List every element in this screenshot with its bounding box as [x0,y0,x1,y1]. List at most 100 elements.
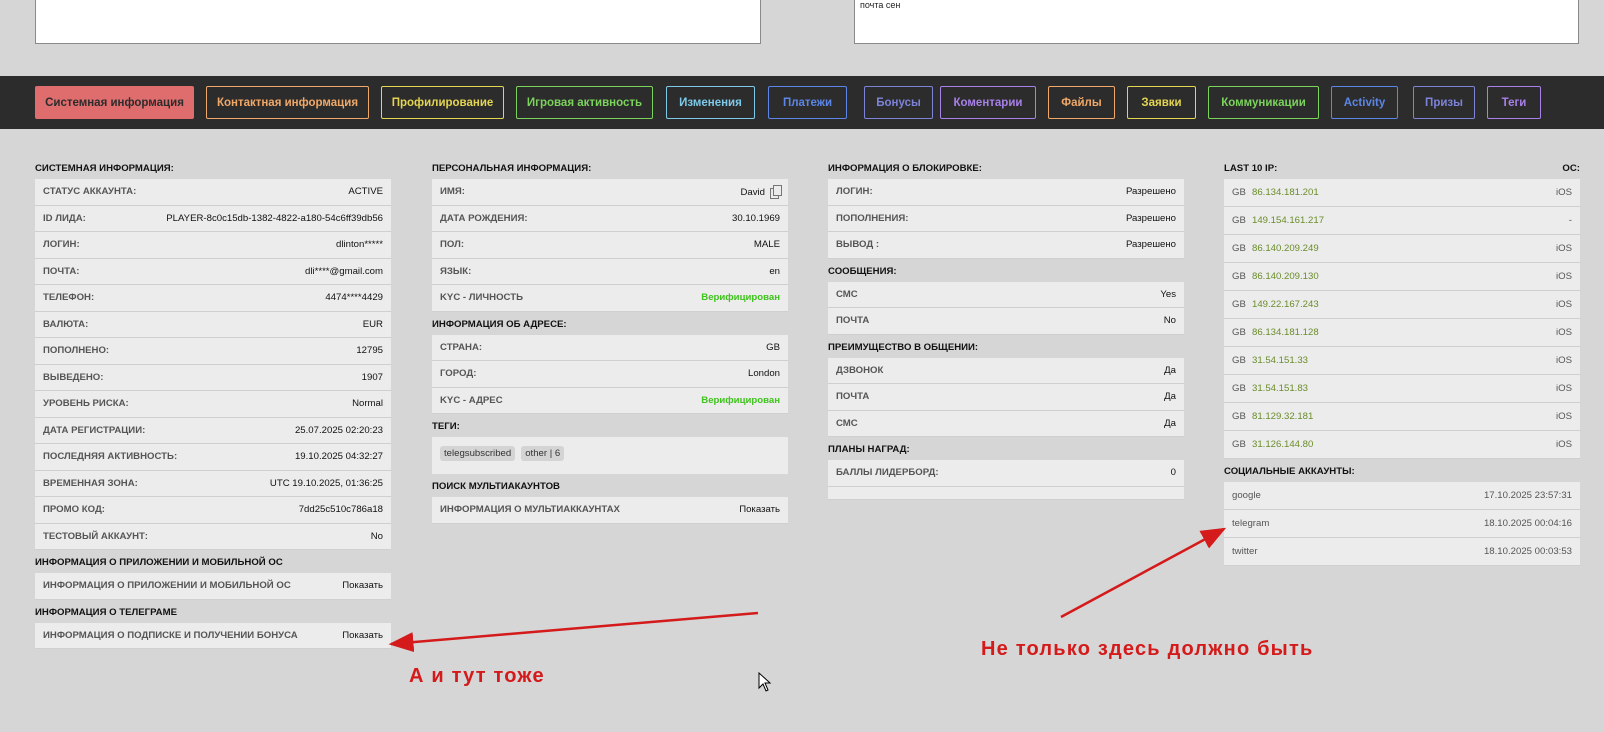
os-label: iOS [1556,383,1572,394]
row-value: Верифицирован [701,394,780,406]
arrow-to-social [1060,527,1227,619]
section-title-preference: ПРЕИМУЩЕСТВО В ОБЩЕНИИ: [828,341,979,353]
tab-4[interactable]: Игровая активность [516,86,653,119]
show-telegram-info-button[interactable]: Показать [342,630,383,641]
country-code: GB [1232,383,1246,394]
info-row: KYC - АДРЕС Верифицирован [432,387,788,414]
row-value-wrap: No [371,531,383,542]
tab-6[interactable]: Платежи [768,86,847,119]
os-label: - [1568,215,1572,226]
tab-12[interactable]: Activity [1331,86,1398,119]
info-row: СМС Yes [828,281,1184,308]
row-value: 25.07.2025 02:20:23 [294,424,383,436]
row-value-wrap: Верифицирован [701,292,780,303]
annotation-text-left: А и тут тоже [409,665,545,687]
tab-13[interactable]: Призы [1413,86,1475,119]
tab-5[interactable]: Изменения [666,86,755,119]
top-left-textarea[interactable] [35,0,761,44]
row-label: ID ЛИДА: [43,212,86,224]
os-label: iOS [1556,187,1572,198]
row-value-wrap: London [748,368,780,379]
row-value: 30.10.1969 [731,212,780,224]
ip-address: 81.129.32.181 [1252,411,1314,422]
block-info-column: ИНФОРМАЦИЯ О БЛОКИРОВКЕ: ЛОГИН: Разрешено… [828,160,1184,500]
tag-chip[interactable]: telegsubscribed [440,446,516,461]
tab-10[interactable]: Заявки [1127,86,1196,119]
rewards-list: БАЛЛЫ ЛИДЕРБОРД: 0 [828,460,1184,487]
copy-icon[interactable] [770,185,782,200]
row-label: ДАТА РЕГИСТРАЦИИ: [43,424,146,436]
row-label: ИМЯ: [440,186,465,198]
info-row: СТРАНА: GB [432,334,788,361]
address-info-list: СТРАНА: GB ГОРОД: London KYC - АДРЕС Верифици… [432,334,788,414]
row-label: ЛОГИН: [836,186,873,198]
row-value: Верифицирован [701,292,780,304]
tab-2[interactable]: Контактная информация [206,86,369,119]
row-label: ТЕСТОВЫЙ АККАУНТ: [43,530,148,542]
ip-address: 31.126.144.80 [1252,439,1314,450]
os-label: iOS [1556,439,1572,450]
social-row: telegram 18.10.2025 00:04:16 [1224,510,1580,538]
row-value: Разрешено [1125,239,1176,251]
row-value: UTC 19.10.2025, 01:36:25 [269,477,383,489]
section-title-personal: ПЕРСОНАЛЬНАЯ ИНФОРМАЦИЯ: [432,163,592,174]
row-label: ИНФОРМАЦИЯ О ПРИЛОЖЕНИИ И МОБИЛЬНОЙ ОС [43,580,291,592]
os-label: iOS [1556,299,1572,310]
top-right-textarea[interactable]: почта сен [854,0,1579,44]
row-value-wrap: No [1164,315,1176,326]
info-row: ПОЧТА: dli****@gmail.com [35,258,391,285]
tab-11[interactable]: Коммуникации [1208,86,1319,119]
row-value: Разрешено [1125,212,1176,224]
ip-address: 149.154.161.217 [1252,215,1325,226]
row-value-wrap: dli****@gmail.com [305,266,383,277]
row-label: СМС [836,288,858,300]
social-name: google [1232,490,1261,501]
row-value-wrap: GB [766,342,780,353]
mouse-cursor-icon [758,672,772,692]
tab-8[interactable]: Коментарии [940,86,1036,119]
row-label: ПОПОЛНЕНО: [43,345,110,357]
row-value: David [740,187,765,199]
ip-row: GB 31.54.151.83 iOS [1224,375,1580,403]
info-row: ПОЧТА Да [828,384,1184,411]
row-value: MALE [753,239,780,251]
ip-row: GB 31.54.151.33 iOS [1224,347,1580,375]
system-info-list: СТАТУС АККАУНТА: ACTIVE ID ЛИДА: PLAYER-8c0… [35,179,391,550]
row-value-wrap: 4474****4429 [325,292,383,303]
section-title-address: ИНФОРМАЦИЯ ОБ АДРЕСЕ: [432,318,567,330]
row-value-wrap: 12795 [356,345,383,356]
row-label: ПОЧТА: [43,265,80,277]
row-value-wrap: 30.10.1969 [732,213,780,224]
show-multiaccount-button[interactable]: Показать [739,504,780,515]
ip-row: GB 86.140.209.130 iOS [1224,263,1580,291]
ip-row: GB 81.129.32.181 iOS [1224,403,1580,431]
ip-address: 31.54.151.83 [1252,383,1309,394]
ip-list: GB 86.134.181.201 iOS GB 149.154.161.217 - GB 8… [1224,179,1580,459]
info-row: ВЫВЕДЕНО: 1907 [35,364,391,391]
tag-chip[interactable]: other | 6 [521,446,565,461]
country-code: GB [1232,299,1246,310]
row-value-wrap: 0 [1171,467,1176,478]
section-title-system: СИСТЕМНАЯ ИНФОРМАЦИЯ: [35,163,174,174]
tab-9[interactable]: Файлы [1048,86,1115,119]
row-label: ПОСЛЕДНЯЯ АКТИВНОСТЬ: [43,451,178,463]
tab-14[interactable]: Теги [1487,86,1541,119]
row-value: 1907 [361,371,383,383]
row-label: ИНФОРМАЦИЯ О МУЛЬТИАККАУНТАХ [440,504,620,516]
country-code: GB [1232,215,1246,226]
country-code: GB [1232,439,1246,450]
row-label: ПОПОЛНЕНИЯ: [836,212,909,224]
ip-address: 31.54.151.33 [1252,355,1309,366]
tab-7[interactable]: Бонусы [864,86,933,119]
row-label: УРОВЕНЬ РИСКА: [43,398,129,410]
tab-3[interactable]: Профилирование [381,86,504,119]
tab-1[interactable]: Системная информация [35,86,194,119]
row-value-wrap: 25.07.2025 02:20:23 [295,425,383,436]
multiaccount-row: ИНФОРМАЦИЯ О МУЛЬТИАККАУНТАХ Показать [432,497,788,524]
row-label: СТАТУС АККАУНТА: [43,186,137,198]
row-label: ПОЧТА [836,391,870,403]
ip-row: GB 149.154.161.217 - [1224,207,1580,235]
ip-address: 86.134.181.201 [1252,187,1319,198]
show-app-info-button[interactable]: Показать [342,580,383,591]
row-value: Да [1164,417,1176,429]
